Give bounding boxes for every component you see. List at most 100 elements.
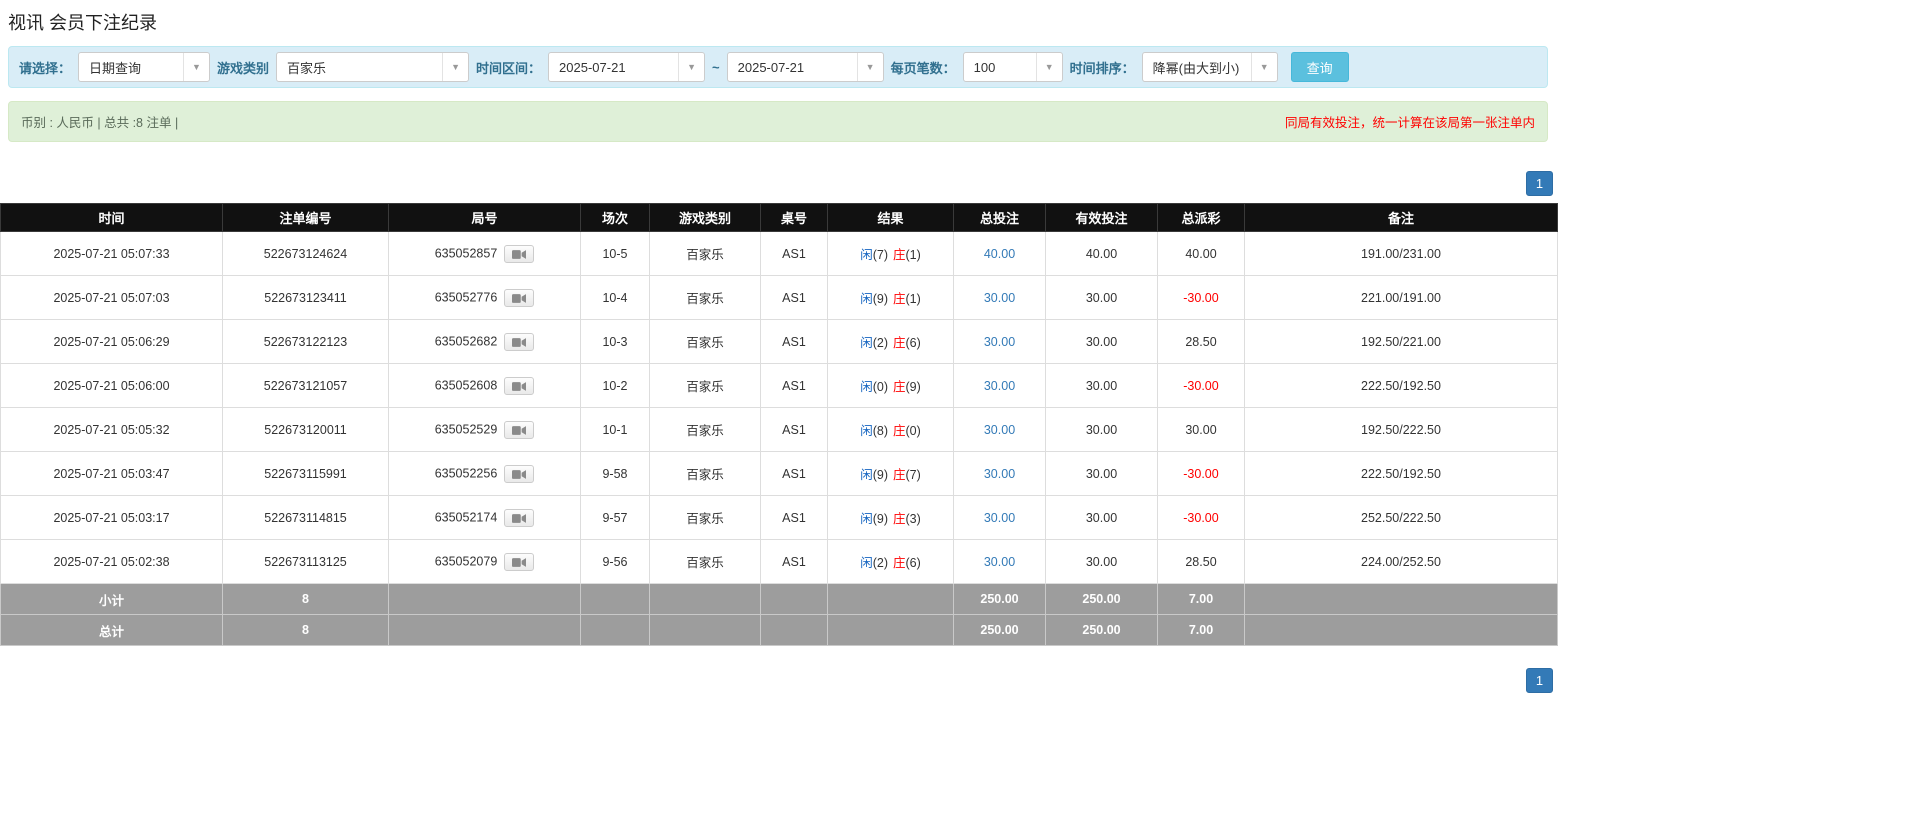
video-camera-icon xyxy=(512,337,527,347)
video-replay-button[interactable] xyxy=(504,552,535,571)
cell-round: 635052079 xyxy=(388,539,581,584)
cell-game: 百家乐 xyxy=(649,539,761,584)
total-empty-cell xyxy=(827,614,954,646)
chevron-down-icon: ▼ xyxy=(183,53,209,81)
video-camera-icon xyxy=(512,425,527,435)
result-player-num: (9) xyxy=(872,512,888,526)
cell-total-bet: 30.00 xyxy=(953,495,1046,540)
total-bet-link[interactable]: 30.00 xyxy=(984,335,1015,349)
query-button[interactable]: 查询 xyxy=(1290,52,1349,82)
result-banker: 庄 xyxy=(893,468,906,482)
query-type-label: 请选择： xyxy=(19,60,72,76)
cell-time: 2025-07-21 05:06:29 xyxy=(0,319,223,364)
cell-bet-id: 522673124624 xyxy=(222,231,389,276)
range-separator: ~ xyxy=(712,59,720,75)
date-from-select[interactable]: 2025-07-21 ▼ xyxy=(548,52,706,82)
column-header: 备注 xyxy=(1244,203,1558,232)
chevron-down-icon: ▼ xyxy=(442,53,468,81)
cell-bet-id: 522673123411 xyxy=(222,275,389,320)
result-banker: 庄 xyxy=(893,336,906,350)
cell-remark: 222.50/192.50 xyxy=(1244,363,1558,408)
table-row: 2025-07-21 05:05:32 522673120011 6350525… xyxy=(0,407,1558,452)
total-total-bet: 250.00 xyxy=(953,614,1046,646)
cell-payout: -30.00 xyxy=(1157,495,1245,540)
page-title: 视讯 会员下注纪录 xyxy=(8,13,158,33)
cell-game: 百家乐 xyxy=(649,495,761,540)
page: 视讯 会员下注纪录 请选择： 日期查询 ▼ 游戏类别 百家乐 ▼ 时间区间： 2… xyxy=(0,0,1905,693)
cell-total-bet: 30.00 xyxy=(953,363,1046,408)
cell-payout: 30.00 xyxy=(1157,407,1245,452)
round-number: 635052857 xyxy=(434,245,498,260)
page-size-select[interactable]: 100 ▼ xyxy=(962,52,1063,82)
result-banker-num: (1) xyxy=(905,248,921,262)
total-bet-link[interactable]: 30.00 xyxy=(984,467,1015,481)
video-replay-button[interactable] xyxy=(504,508,535,527)
cell-session: 10-2 xyxy=(580,363,650,408)
total-bet-link[interactable]: 40.00 xyxy=(984,247,1015,261)
page-number-button[interactable]: 1 xyxy=(1526,171,1553,196)
sort-value: 降幂(由大到小) xyxy=(1152,60,1240,76)
total-bet-link[interactable]: 30.00 xyxy=(984,379,1015,393)
subtotal-empty-cell xyxy=(760,583,828,615)
subtotal-payout: 7.00 xyxy=(1157,583,1245,615)
cell-time: 2025-07-21 05:03:17 xyxy=(0,495,223,540)
cell-session: 10-5 xyxy=(580,231,650,276)
video-replay-button[interactable] xyxy=(504,420,535,439)
result-banker-num: (6) xyxy=(905,336,921,350)
video-replay-button[interactable] xyxy=(504,288,535,307)
query-type-select[interactable]: 日期查询 ▼ xyxy=(78,52,211,82)
date-to-select[interactable]: 2025-07-21 ▼ xyxy=(726,52,884,82)
cell-game: 百家乐 xyxy=(649,319,761,364)
video-replay-button[interactable] xyxy=(504,464,535,483)
cell-bet-id: 522673113125 xyxy=(222,539,389,584)
video-replay-button[interactable] xyxy=(504,376,535,395)
cell-payout: -30.00 xyxy=(1157,451,1245,496)
page-number-button[interactable]: 1 xyxy=(1526,668,1553,693)
pagination-bottom: 1 xyxy=(0,668,1557,693)
total-empty-cell xyxy=(760,614,828,646)
video-replay-button[interactable] xyxy=(504,244,535,263)
summary-text: 币别 : 人民币 | 总共 :8 注单 | xyxy=(21,116,179,130)
cell-total-bet: 30.00 xyxy=(953,319,1046,364)
cell-bet-id: 522673115991 xyxy=(222,451,389,496)
cell-valid-bet: 30.00 xyxy=(1045,407,1158,452)
total-bet-link[interactable]: 30.00 xyxy=(984,555,1015,569)
game-type-select[interactable]: 百家乐 ▼ xyxy=(276,52,470,82)
cell-result: 闲(2) 庄(6) xyxy=(827,539,954,584)
table-row: 2025-07-21 05:07:33 522673124624 6350528… xyxy=(0,231,1558,276)
cell-valid-bet: 30.00 xyxy=(1045,363,1158,408)
total-row: 总计 8 250.00 250.00 7.00 xyxy=(0,614,1558,646)
total-empty-cell xyxy=(1244,614,1558,646)
cell-remark: 192.50/221.00 xyxy=(1244,319,1558,364)
video-camera-icon xyxy=(512,293,527,303)
result-banker-num: (1) xyxy=(905,292,921,306)
sort-label: 时间排序： xyxy=(1069,60,1135,76)
result-player: 闲 xyxy=(860,512,873,526)
subtotal-empty-cell xyxy=(827,583,954,615)
subtotal-empty-cell xyxy=(1244,583,1558,615)
page-size-value: 100 xyxy=(973,59,996,75)
subtotal-empty-cell xyxy=(649,583,761,615)
cell-game: 百家乐 xyxy=(649,275,761,320)
result-banker: 庄 xyxy=(893,424,906,438)
result-player: 闲 xyxy=(860,556,873,570)
table-body: 2025-07-21 05:07:33 522673124624 6350528… xyxy=(0,231,1558,584)
page-size-label: 每页笔数： xyxy=(890,60,956,76)
cell-total-bet: 30.00 xyxy=(953,539,1046,584)
sort-select[interactable]: 降幂(由大到小) ▼ xyxy=(1141,52,1278,82)
round-number: 635052174 xyxy=(434,509,498,524)
total-bet-link[interactable]: 30.00 xyxy=(984,423,1015,437)
result-player: 闲 xyxy=(860,248,873,262)
cell-game: 百家乐 xyxy=(649,451,761,496)
total-bet-link[interactable]: 30.00 xyxy=(984,511,1015,525)
cell-payout: -30.00 xyxy=(1157,275,1245,320)
pagination-top: 1 xyxy=(0,171,1557,196)
result-banker-num: (9) xyxy=(905,380,921,394)
table-row: 2025-07-21 05:02:38 522673113125 6350520… xyxy=(0,539,1558,584)
cell-round: 635052256 xyxy=(388,451,581,496)
total-count: 8 xyxy=(222,614,389,646)
total-bet-link[interactable]: 30.00 xyxy=(984,291,1015,305)
result-banker: 庄 xyxy=(893,556,906,570)
video-replay-button[interactable] xyxy=(504,332,535,351)
result-banker: 庄 xyxy=(893,380,906,394)
